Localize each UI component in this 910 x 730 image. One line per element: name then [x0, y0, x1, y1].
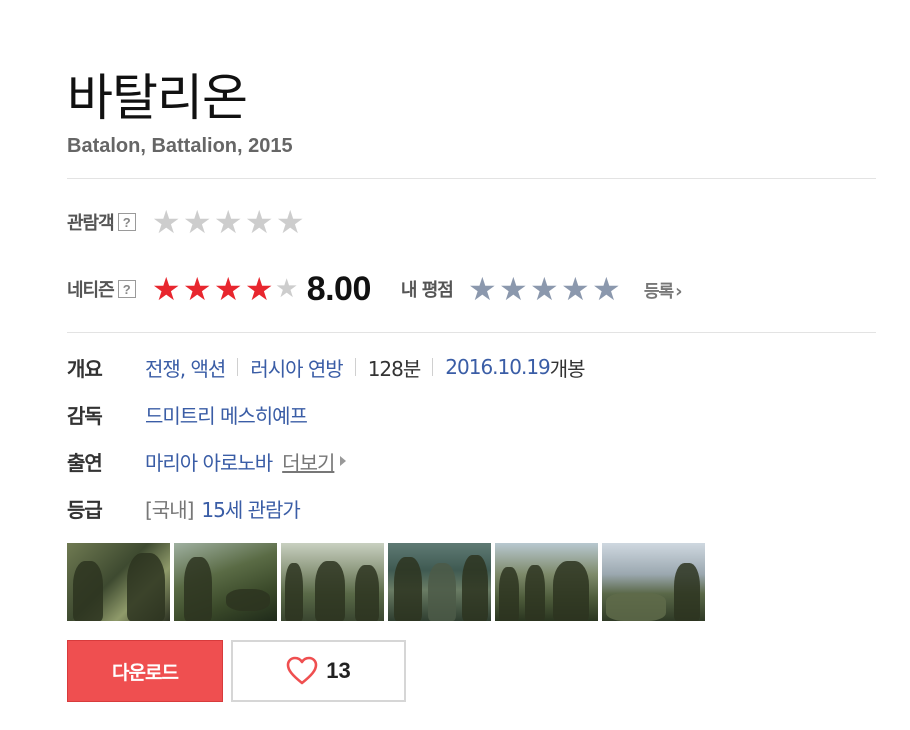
overview-label: 개요 [67, 356, 103, 381]
star-icon[interactable]: ★ [529, 273, 560, 305]
download-button[interactable]: 다운로드 [67, 640, 223, 702]
still-image[interactable] [174, 543, 277, 621]
netizen-rating-label: 네티즌 [67, 280, 115, 301]
overview-row: 개요 전쟁, 액션 러시아 연방 128분 2016.10.19 개봉 [67, 353, 586, 382]
divider [67, 332, 876, 333]
star-icon: ★ [182, 203, 212, 241]
heart-icon [286, 656, 318, 685]
director-link[interactable]: 드미트리 메스히예프 [145, 400, 308, 429]
movie-title: 바탈리온 [67, 69, 248, 127]
triangle-right-icon [340, 456, 347, 466]
my-rating-stars[interactable]: ★ ★ ★ ★ ★ [467, 273, 622, 305]
star-icon: ★ [213, 270, 243, 308]
movie-subtitle: Batalon, Battalion, 2015 [67, 135, 293, 157]
genre-link[interactable]: 전쟁, 액션 [145, 353, 226, 382]
star-icon: ★ [151, 203, 181, 241]
star-icon: ★ [275, 274, 299, 304]
audience-rating-label: 관람객 [67, 213, 115, 234]
my-rating-label: 내 평점 [400, 280, 454, 301]
star-icon[interactable]: ★ [467, 273, 498, 305]
separator [237, 358, 239, 376]
stills-strip [67, 543, 705, 621]
netizen-score: 8.00 [306, 269, 372, 308]
grade-region: [국내] [145, 497, 194, 522]
runtime: 128분 [367, 356, 422, 381]
star-icon[interactable]: ★ [591, 273, 622, 305]
release-date-link[interactable]: 2016.10.19 [445, 355, 551, 379]
register-rating-link[interactable]: 등록 › [643, 277, 683, 302]
star-icon[interactable]: ★ [498, 273, 529, 305]
still-image[interactable] [602, 543, 705, 621]
cast-more-link[interactable]: 더보기 [282, 447, 335, 476]
cast-label: 출연 [67, 450, 103, 475]
like-count: 13 [326, 658, 351, 683]
still-image[interactable] [67, 543, 170, 621]
grade-link[interactable]: 15세 관람가 [201, 494, 300, 523]
grade-row: 등급 [국내] 15세 관람가 [67, 494, 301, 523]
register-rating-label: 등록 [643, 281, 674, 302]
star-icon: ★ [182, 270, 212, 308]
separator [432, 358, 434, 376]
still-image[interactable] [388, 543, 491, 621]
star-icon[interactable]: ★ [560, 273, 591, 305]
release-suffix: 개봉 [549, 356, 586, 381]
star-icon: ★ [244, 270, 274, 308]
audience-stars: ★ ★ ★ ★ ★ [151, 206, 306, 238]
audience-rating-row: 관람객 ? ★ ★ ★ ★ ★ [67, 204, 306, 240]
netizen-stars: ★ ★ ★ ★ ★ [151, 273, 299, 305]
cast-row: 출연 마리아 아로노바 더보기 [67, 447, 347, 476]
director-label: 감독 [67, 403, 103, 428]
help-icon[interactable]: ? [117, 280, 136, 298]
star-icon: ★ [151, 270, 181, 308]
star-icon: ★ [213, 203, 243, 241]
grade-label: 등급 [67, 497, 103, 522]
chevron-right-icon: › [675, 280, 682, 302]
netizen-rating-row: 네티즌 ? ★ ★ ★ ★ ★ 8.00 내 평점 ★ ★ ★ ★ ★ 등록 › [67, 269, 683, 308]
divider [67, 178, 876, 179]
star-icon: ★ [275, 203, 305, 241]
help-icon[interactable]: ? [117, 213, 136, 231]
still-image[interactable] [495, 543, 598, 621]
star-icon: ★ [244, 203, 274, 241]
cast-link[interactable]: 마리아 아로노바 [145, 447, 273, 476]
separator [354, 358, 356, 376]
director-row: 감독 드미트리 메스히예프 [67, 400, 308, 429]
still-image[interactable] [281, 543, 384, 621]
country-link[interactable]: 러시아 연방 [250, 353, 343, 382]
like-button[interactable]: 13 [231, 640, 406, 702]
